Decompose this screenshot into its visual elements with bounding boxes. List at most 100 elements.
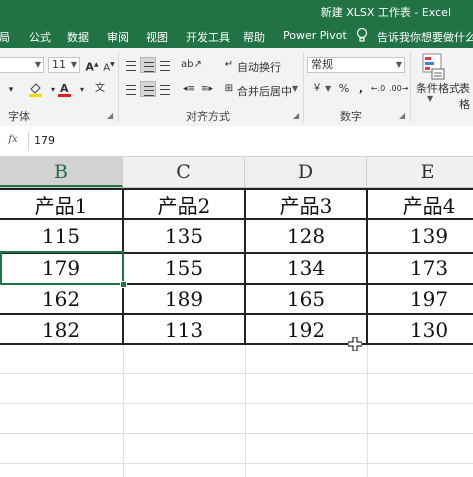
table-cell[interactable]: 128 (246, 221, 366, 251)
table-header-cell[interactable]: 产品1 (0, 191, 122, 221)
table-header-cell[interactable]: 产品3 (246, 191, 366, 221)
fill-color-icon[interactable] (28, 81, 44, 97)
font-dialog-launcher-icon[interactable]: ◢ (107, 111, 113, 120)
gridline (0, 373, 473, 374)
chevron-down-icon[interactable]: ▼ (325, 84, 331, 93)
table-cell[interactable]: 113 (124, 315, 244, 345)
chevron-down-icon: ▼ (34, 60, 41, 69)
column-header-c[interactable]: C (123, 157, 245, 187)
font-size-dropdown[interactable]: 11 ▼ (48, 57, 80, 73)
phonetic-icon[interactable]: 文 (92, 81, 108, 97)
formula-bar: fx 179 (0, 126, 473, 157)
column-header-b[interactable]: B (0, 157, 123, 187)
cross-cursor-icon (347, 336, 363, 354)
tab-view[interactable]: 视图 (146, 29, 168, 45)
orientation-icon[interactable]: ab↗ (181, 57, 202, 73)
table-cell[interactable]: 139 (368, 221, 473, 251)
align-middle-icon[interactable] (140, 57, 156, 73)
gridline (245, 345, 246, 477)
format-as-table-button[interactable]: 表格 (459, 80, 473, 112)
font-name-dropdown[interactable]: ▼ (0, 57, 44, 73)
table-cell[interactable]: 162 (0, 284, 122, 314)
shrink-font-button[interactable]: A▼ (101, 57, 117, 73)
gridline (0, 403, 473, 404)
tab-formulas[interactable]: 公式 (29, 29, 51, 45)
table-cell[interactable]: 115 (0, 221, 122, 251)
accounting-format-icon[interactable]: ￥ (309, 81, 325, 97)
grow-font-button[interactable]: A▲ (84, 57, 100, 74)
number-format-value: 常规 (311, 58, 333, 71)
lightbulb-icon[interactable] (356, 27, 370, 43)
number-dialog-launcher-icon[interactable]: ◢ (399, 111, 405, 120)
group-label-font: 字体 (8, 110, 30, 123)
align-left-icon[interactable] (123, 81, 139, 97)
number-format-dropdown[interactable]: 常规 ▼ (307, 57, 405, 73)
merge-icon[interactable]: ⊞ (221, 81, 237, 97)
chevron-down-icon[interactable]: ▼ (292, 84, 298, 93)
fill-handle[interactable] (120, 281, 127, 288)
ribbon-tab-bar: 局 公式 数据 审阅 视图 开发工具 帮助 Power Pivot 告诉我你想要… (0, 24, 473, 48)
column-header-e[interactable]: E (367, 157, 473, 187)
decrease-indent-icon[interactable]: ◂≡ (181, 81, 197, 97)
worksheet-grid[interactable]: B C D E 产品1 产品2 产品3 产品4 115 135 128 139 … (0, 157, 473, 477)
table-cell[interactable]: 155 (124, 253, 244, 283)
table-cell[interactable]: 182 (0, 315, 122, 345)
column-header-d[interactable]: D (245, 157, 367, 187)
group-separator (118, 52, 119, 122)
decrease-decimal-icon[interactable]: .00→ (389, 81, 408, 97)
font-size-value: 11 (52, 58, 66, 71)
group-label-alignment: 对齐方式 (186, 110, 230, 123)
gridline (367, 345, 368, 477)
table-border (0, 188, 473, 190)
column-headers: B C D E (0, 157, 473, 188)
merge-center-button[interactable]: 合并后居中 (237, 83, 292, 99)
chevron-down-icon: ▼ (70, 60, 77, 69)
increase-decimal-icon[interactable]: ←.0 (370, 81, 386, 97)
title-bar: 新建 XLSX 工作表 - Excel (0, 0, 473, 24)
tab-power-pivot[interactable]: Power Pivot (283, 29, 347, 42)
align-top-icon[interactable] (123, 57, 139, 73)
borders-button[interactable]: ▾ (3, 82, 19, 98)
formula-divider (28, 131, 29, 151)
align-center-icon[interactable] (140, 81, 156, 97)
table-cell[interactable]: 135 (124, 221, 244, 251)
font-color-icon[interactable]: A (57, 81, 73, 97)
window-title: 新建 XLSX 工作表 - Excel (320, 6, 451, 19)
gridline (123, 345, 124, 477)
formula-input[interactable]: 179 (34, 131, 464, 151)
ribbon: ▼ 11 ▼ A▲ A▼ ▾ ▾ A ▾ 文 字体 ◢ ab↗ ◂≡ ≡▸ ↵ … (0, 48, 473, 127)
align-right-icon[interactable] (157, 81, 173, 97)
tab-developer[interactable]: 开发工具 (186, 29, 230, 45)
svg-text:A: A (60, 82, 69, 95)
table-cell[interactable]: 189 (124, 284, 244, 314)
gridline (0, 463, 473, 464)
table-cell[interactable]: 130 (368, 315, 473, 345)
group-separator (303, 52, 304, 122)
tab-layout[interactable]: 局 (0, 29, 10, 45)
tab-data[interactable]: 数据 (67, 29, 89, 45)
table-cell[interactable]: 197 (368, 284, 473, 314)
table-cell[interactable]: 134 (246, 253, 366, 283)
table-cell[interactable]: 165 (246, 284, 366, 314)
group-separator (410, 52, 411, 122)
gridline (0, 433, 473, 434)
tab-help[interactable]: 帮助 (243, 29, 265, 45)
chevron-down-icon[interactable]: ▾ (74, 82, 90, 98)
table-cell[interactable]: 173 (368, 253, 473, 283)
increase-indent-icon[interactable]: ≡▸ (199, 81, 215, 97)
wrap-text-icon[interactable]: ↵ (221, 57, 237, 73)
align-bottom-icon[interactable] (157, 57, 173, 73)
comma-style-button[interactable]: , (353, 81, 369, 97)
selected-cell-outline[interactable] (0, 251, 124, 285)
alignment-dialog-launcher-icon[interactable]: ◢ (293, 111, 299, 120)
tell-me-search[interactable]: 告诉我你想要做什么 (377, 29, 473, 45)
conditional-format-button[interactable]: 条件格式 (416, 80, 460, 96)
wrap-text-button[interactable]: 自动换行 (237, 59, 281, 75)
grow-font-label: A (85, 60, 94, 74)
chevron-down-icon[interactable]: ▼ (427, 94, 433, 103)
percent-style-button[interactable]: % (336, 81, 352, 97)
table-header-cell[interactable]: 产品2 (124, 191, 244, 221)
tab-review[interactable]: 审阅 (107, 29, 129, 45)
fx-icon[interactable]: fx (4, 132, 22, 148)
table-header-cell[interactable]: 产品4 (368, 191, 473, 221)
